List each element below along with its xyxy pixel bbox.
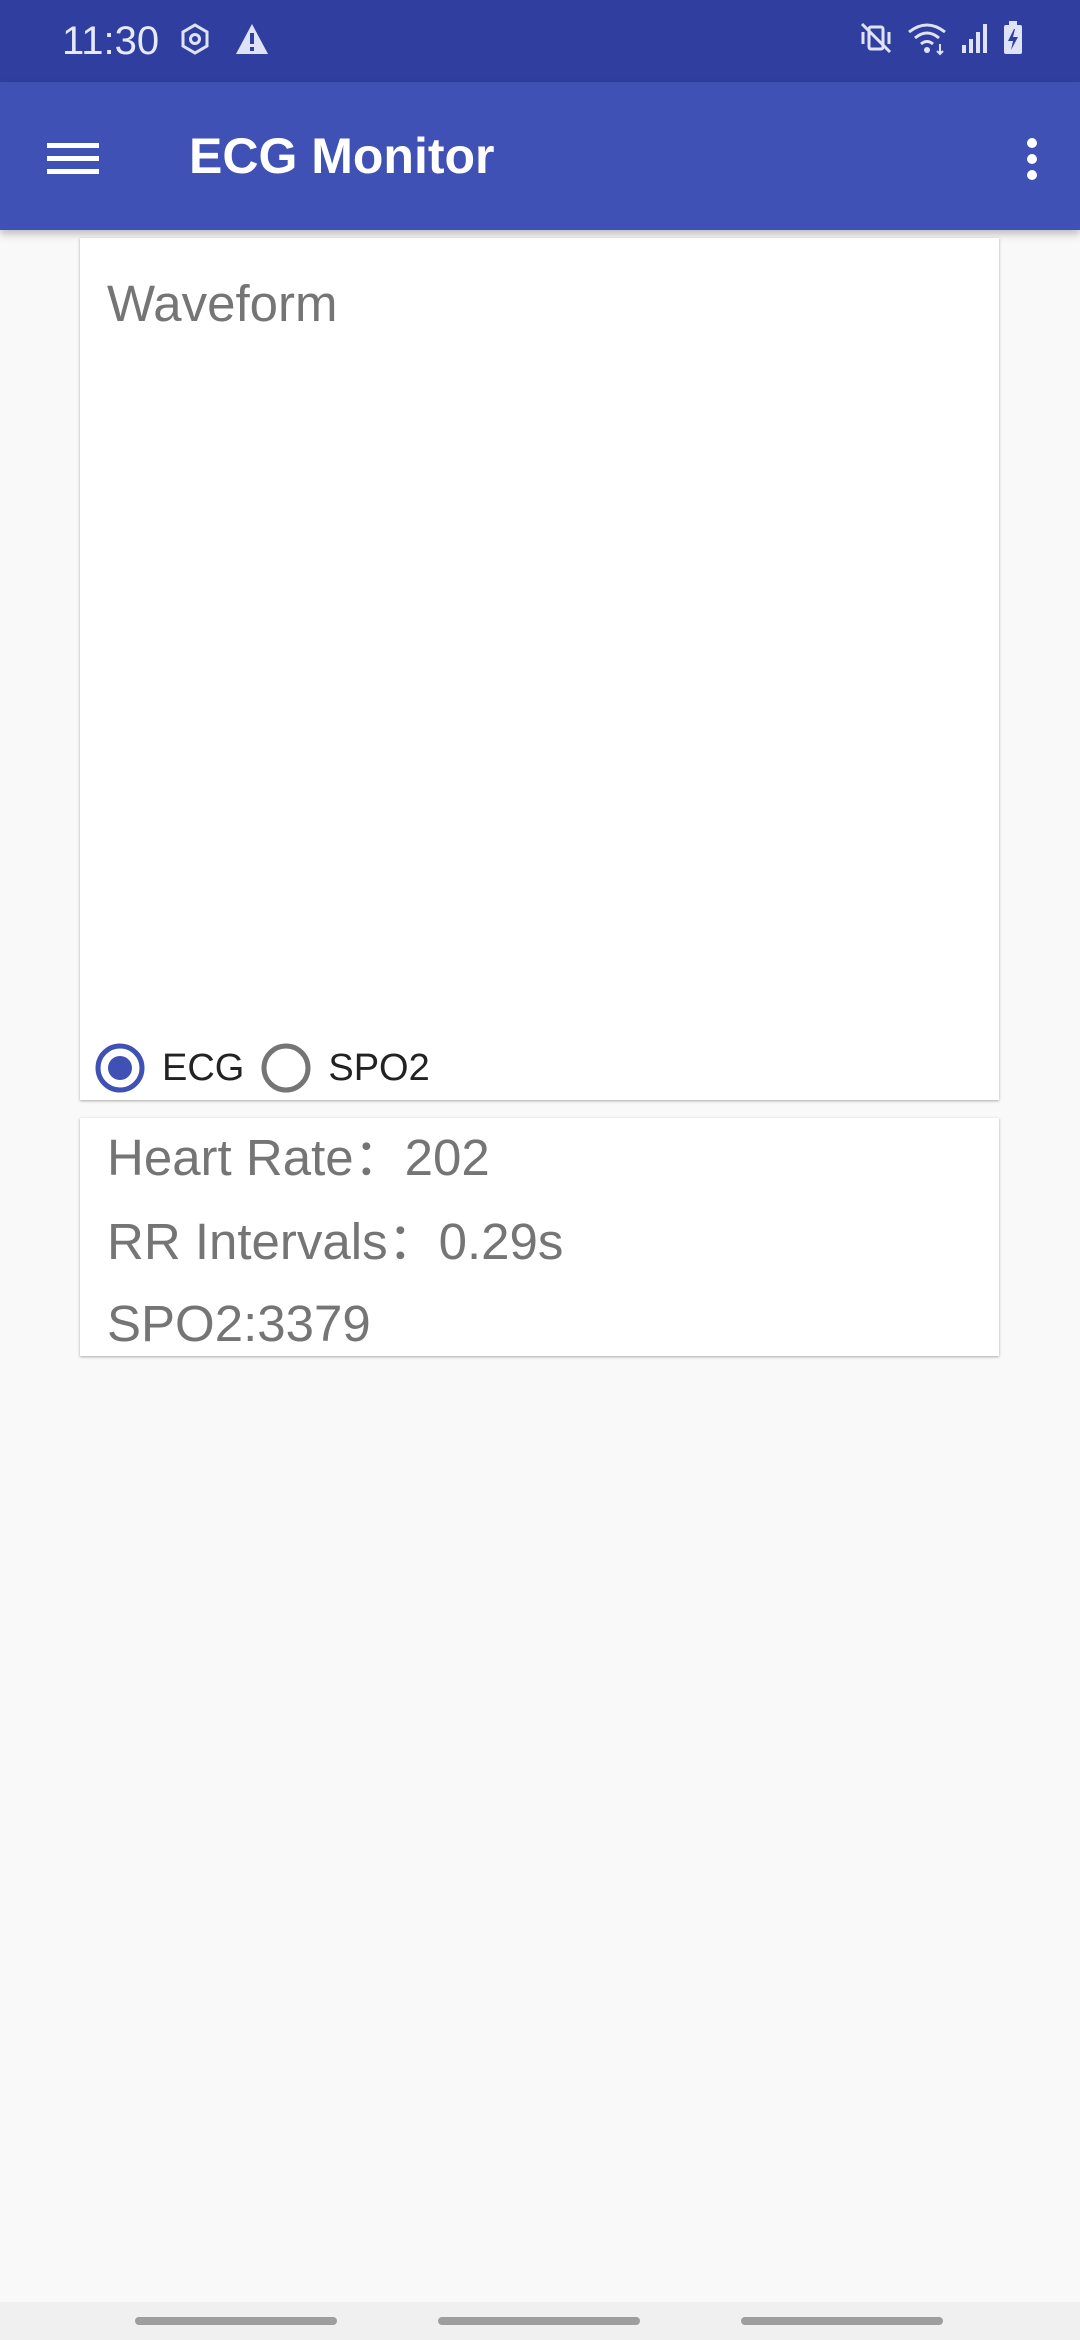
waveform-title: Waveform (107, 275, 338, 332)
battery-charging-icon (1002, 20, 1024, 61)
gesture-nav-bar (0, 2302, 1080, 2340)
app-title: ECG Monitor (189, 128, 495, 184)
status-bar: 11:30 (0, 0, 1080, 82)
wifi-icon (906, 20, 948, 61)
radio-unselected-icon[interactable] (260, 1042, 312, 1094)
hamburger-menu-icon (47, 143, 99, 174)
app-bar: ECG Monitor (0, 82, 1080, 230)
radio-option-spo2[interactable]: SPO2 (260, 1032, 430, 1104)
mute-vibrate-icon (858, 20, 894, 61)
status-right-icons (858, 20, 1024, 61)
radio-selected-icon[interactable] (94, 1042, 146, 1094)
radio-option-ecg[interactable]: ECG (94, 1032, 244, 1104)
radio-label-spo2: SPO2 (328, 1047, 430, 1089)
nav-handle-center[interactable] (438, 2317, 640, 2325)
warning-icon (234, 22, 270, 61)
nav-handle-right[interactable] (741, 2317, 943, 2325)
hexagon-settings-icon (178, 22, 212, 61)
waveform-card: Waveform ECG SPO2 (80, 238, 999, 1100)
rr-intervals-text: RR Intervals：0.29s (107, 1213, 564, 1270)
status-time: 11:30 (62, 19, 160, 63)
overflow-menu-button[interactable] (996, 118, 1068, 200)
spo2-text: SPO2:3379 (107, 1295, 371, 1352)
stats-card: Heart Rate：202 RR Intervals：0.29s SPO2:3… (80, 1118, 999, 1356)
more-vert-icon (1027, 138, 1037, 180)
heart-rate-text: Heart Rate：202 (107, 1129, 490, 1186)
status-left-icons (178, 22, 270, 61)
menu-button[interactable] (32, 118, 114, 200)
nav-handle-left[interactable] (135, 2317, 337, 2325)
radio-label-ecg: ECG (162, 1047, 245, 1089)
waveform-type-radio-group: ECG SPO2 (94, 1032, 446, 1104)
signal-icon (960, 21, 990, 60)
